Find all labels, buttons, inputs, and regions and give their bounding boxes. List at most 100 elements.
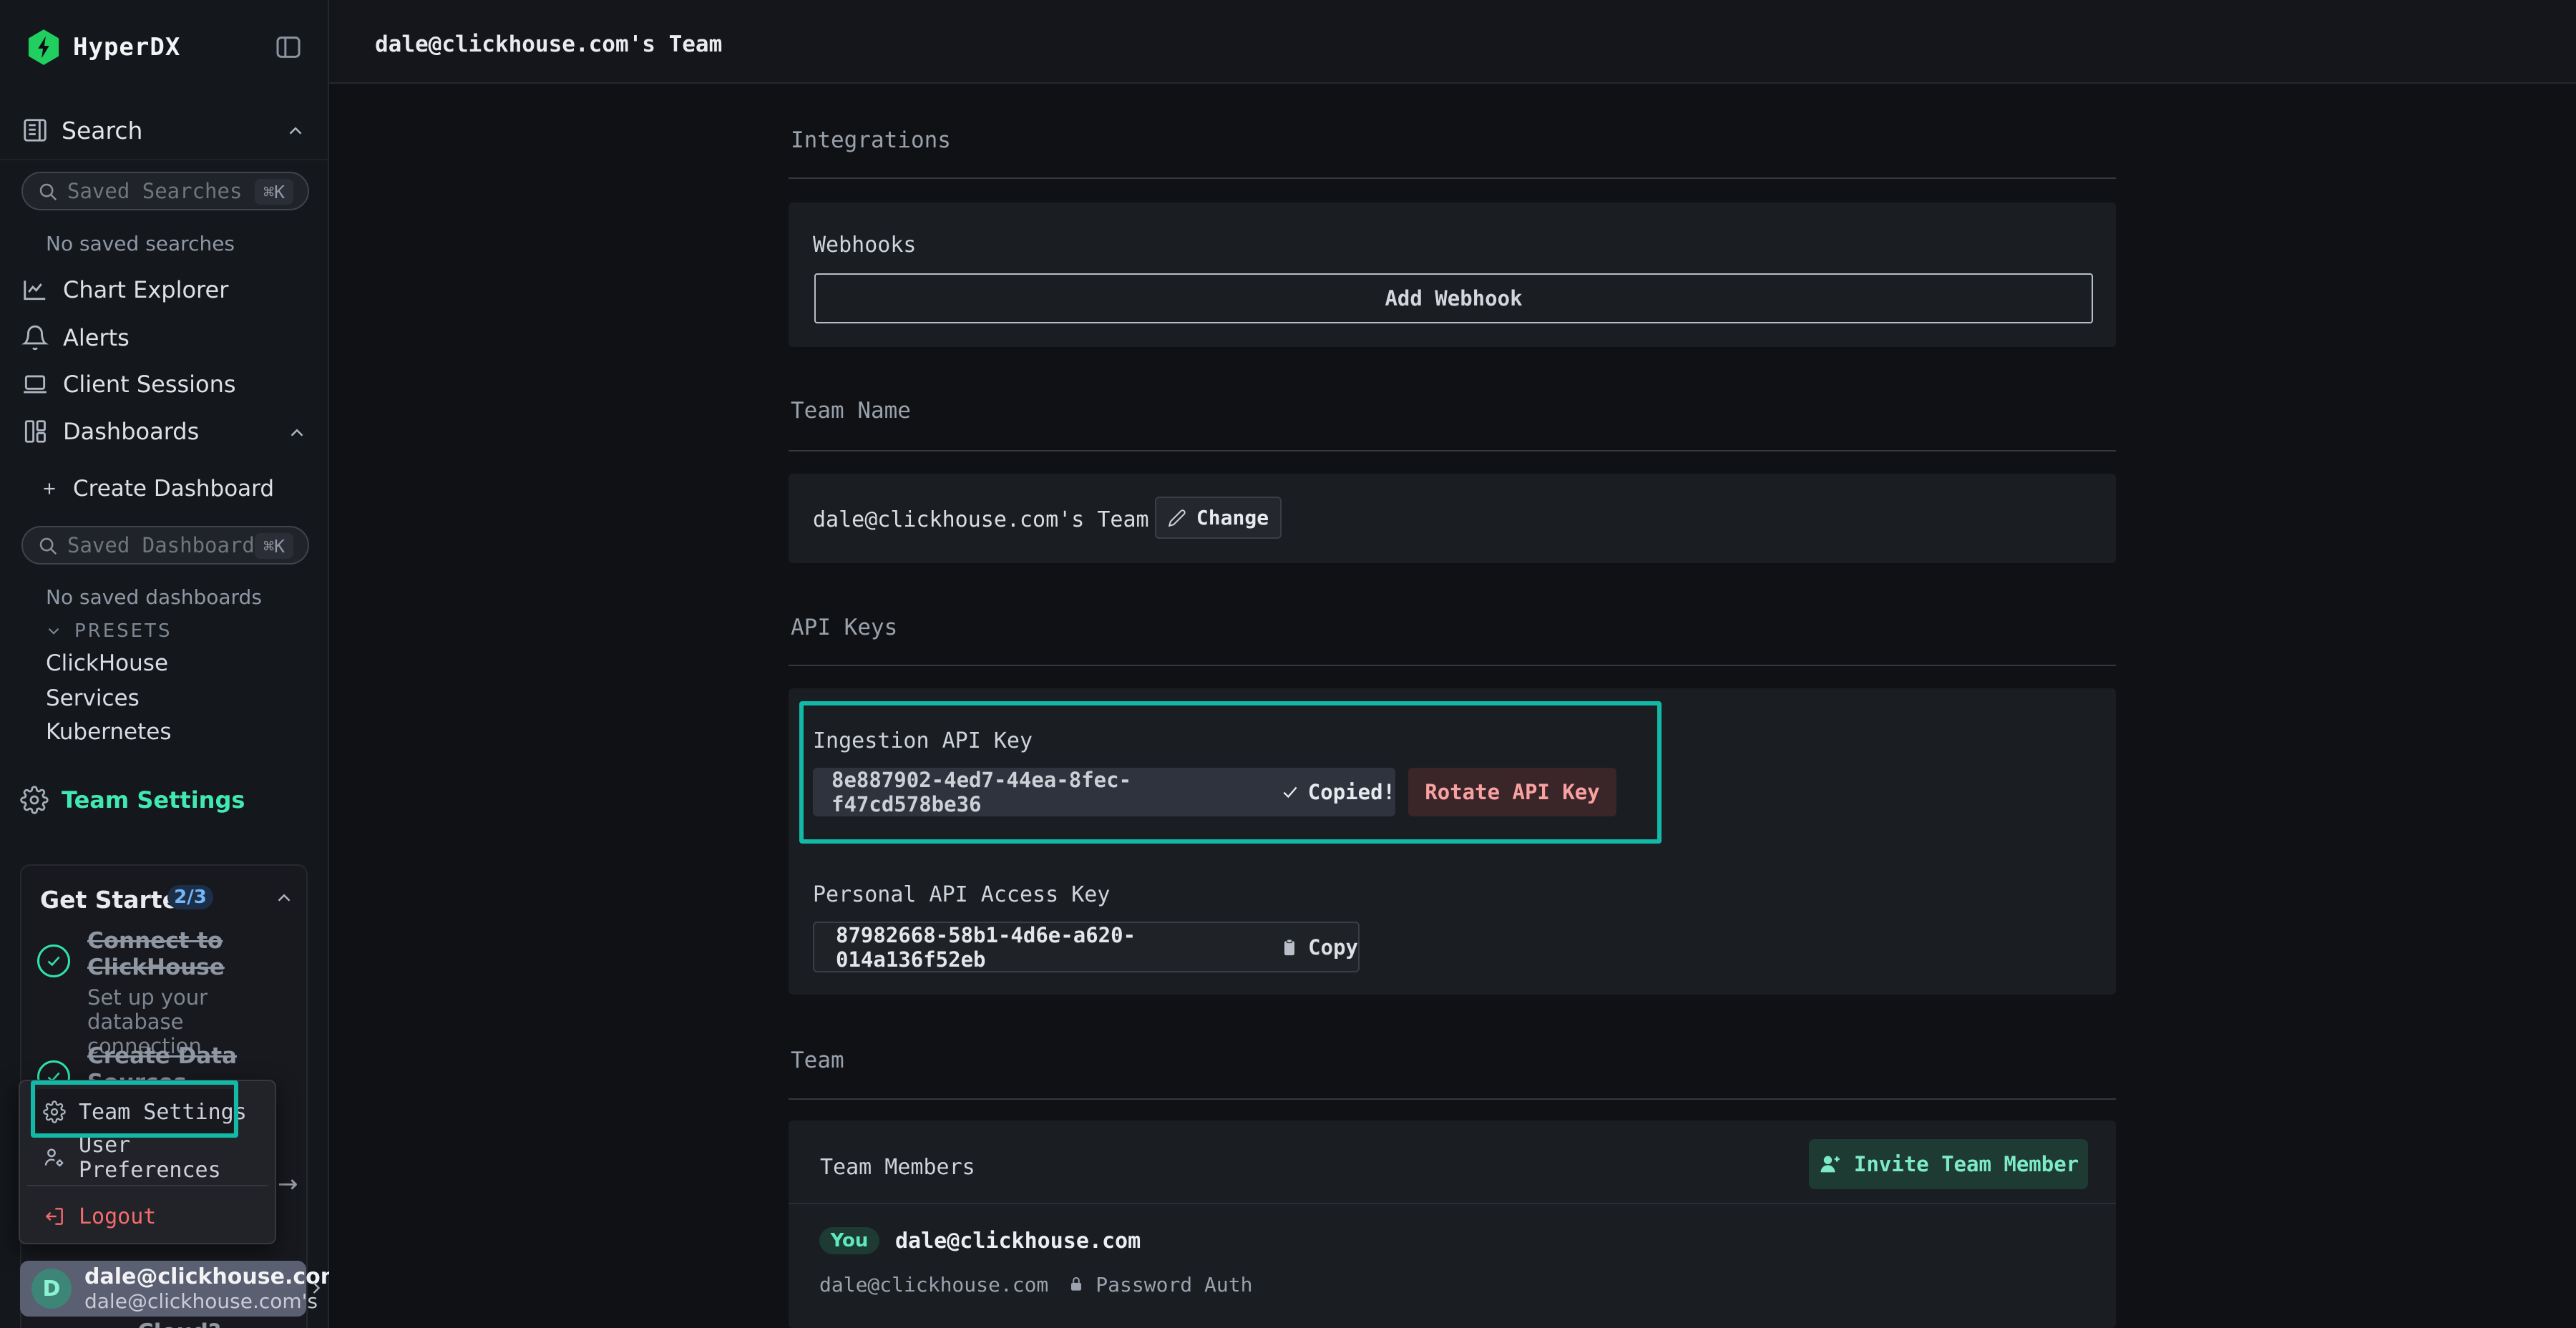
gear-icon bbox=[20, 786, 49, 814]
brand-name: HyperDX bbox=[73, 33, 180, 62]
avatar: D bbox=[31, 1269, 72, 1309]
webhooks-card: Webhooks Add Webhook bbox=[789, 202, 2116, 347]
invite-button-label: Invite Team Member bbox=[1854, 1152, 2079, 1176]
no-saved-dashboards-note: No saved dashboards bbox=[46, 585, 262, 609]
change-team-name-button[interactable]: Change bbox=[1155, 497, 1282, 539]
topbar: dale@clickhouse.com's Team bbox=[329, 0, 2576, 84]
account-menu: Team Settings User Preferences Logout bbox=[19, 1080, 276, 1244]
sidebar-section-search[interactable]: Search bbox=[21, 107, 142, 153]
you-badge: You bbox=[819, 1227, 879, 1254]
divider bbox=[789, 665, 2116, 666]
member-email: dale@clickhouse.com bbox=[895, 1229, 1141, 1254]
chevron-up-icon[interactable] bbox=[286, 422, 308, 444]
brand: HyperDX bbox=[27, 27, 180, 67]
main-content: Integrations Webhooks Add Webhook Team N… bbox=[329, 84, 2576, 1328]
api-keys-card: Ingestion API Key 8e887902-4ed7-44ea-8fe… bbox=[789, 688, 2116, 995]
invite-team-member-button[interactable]: Invite Team Member bbox=[1809, 1139, 2088, 1189]
team-members-card: Team Members Invite Team Member You dale… bbox=[789, 1120, 2116, 1328]
divider bbox=[789, 177, 2116, 179]
get-started-progress-badge: 2/3 bbox=[167, 885, 213, 909]
menu-item-user-preferences[interactable]: User Preferences bbox=[43, 1143, 275, 1173]
divider bbox=[789, 450, 2116, 451]
card-divider bbox=[789, 1203, 2116, 1204]
menu-item-team-settings[interactable]: Team Settings bbox=[43, 1097, 247, 1127]
ingestion-api-key-label: Ingestion API Key bbox=[813, 728, 1033, 753]
search-icon bbox=[37, 535, 59, 557]
sidebar-item-label: Alerts bbox=[63, 324, 130, 351]
clipboard-icon bbox=[1279, 937, 1299, 957]
create-dashboard-label: Create Dashboard bbox=[73, 476, 274, 502]
team-heading: Team bbox=[791, 1048, 844, 1073]
personal-api-key-label: Personal API Access Key bbox=[813, 882, 1110, 907]
member-auth-method: Password Auth bbox=[1096, 1273, 1252, 1297]
journal-search-icon bbox=[21, 117, 49, 144]
team-name-value: dale@clickhouse.com's Team bbox=[813, 507, 1149, 532]
team-member-meta-row: dale@clickhouse.com Password Auth bbox=[819, 1272, 1252, 1297]
person-plus-icon bbox=[1818, 1152, 1843, 1176]
laptop-icon bbox=[21, 371, 49, 398]
step-subtitle-line: Set up your database bbox=[87, 985, 306, 1034]
sidebar-item-label: Client Sessions bbox=[63, 371, 236, 398]
team-settings-label: Team Settings bbox=[62, 786, 245, 814]
plus-icon bbox=[40, 479, 59, 498]
copy-label: Copy bbox=[1308, 935, 1358, 960]
webhooks-title: Webhooks bbox=[813, 233, 917, 258]
team-name-heading: Team Name bbox=[791, 398, 911, 424]
add-webhook-button[interactable]: Add Webhook bbox=[814, 273, 2093, 323]
chart-explorer-icon bbox=[21, 276, 49, 303]
presets-toggle[interactable]: PRESETS bbox=[44, 620, 172, 643]
team-name-card: dale@clickhouse.com's Team Change bbox=[789, 474, 2116, 563]
collapse-sidebar-icon[interactable] bbox=[274, 33, 303, 62]
sidebar-item-label: Dashboards bbox=[63, 418, 199, 445]
app-window: HyperDX Search ⌘K No saved searches bbox=[0, 0, 2576, 1328]
sidebar-item-alerts[interactable]: Alerts bbox=[21, 322, 130, 353]
preset-clickhouse[interactable]: ClickHouse bbox=[46, 650, 168, 676]
check-icon bbox=[1281, 783, 1299, 801]
hyperdx-logo-icon bbox=[27, 29, 60, 65]
step-title-line: ClickHouse bbox=[87, 954, 306, 981]
sidebar-item-dashboards[interactable]: Dashboards bbox=[21, 416, 199, 447]
user-account-chip[interactable]: D dale@clickhouse.com dale@clickhouse.co… bbox=[20, 1261, 306, 1317]
integrations-heading: Integrations bbox=[791, 127, 951, 153]
create-dashboard-button[interactable]: Create Dashboard bbox=[40, 474, 274, 504]
ingestion-api-key-chip[interactable]: 8e887902-4ed7-44ea-8fec-f47cd578be36 Cop… bbox=[813, 768, 1395, 816]
change-button-label: Change bbox=[1196, 506, 1269, 529]
check-circle-icon bbox=[37, 944, 70, 977]
chevron-up-icon[interactable] bbox=[273, 887, 295, 909]
preset-kubernetes[interactable]: Kubernetes bbox=[46, 719, 171, 745]
bell-icon bbox=[21, 324, 49, 351]
chevron-right-icon bbox=[306, 1278, 326, 1298]
partial-text: Cloud? bbox=[137, 1319, 221, 1328]
presets-label: PRESETS bbox=[74, 620, 172, 642]
divider bbox=[789, 1098, 2116, 1100]
api-keys-heading: API Keys bbox=[791, 615, 897, 640]
sidebar: HyperDX Search ⌘K No saved searches bbox=[0, 0, 329, 1328]
gear-icon bbox=[43, 1100, 66, 1123]
sidebar-item-chart-explorer[interactable]: Chart Explorer bbox=[21, 274, 228, 306]
get-started-step-1[interactable]: Connect to ClickHouse Set up your databa… bbox=[87, 928, 306, 1058]
menu-item-label: Logout bbox=[79, 1204, 156, 1229]
preset-services[interactable]: Services bbox=[46, 685, 140, 711]
sidebar-item-client-sessions[interactable]: Client Sessions bbox=[21, 368, 236, 400]
no-saved-searches-note: No saved searches bbox=[46, 232, 235, 255]
ingestion-api-key-value: 8e887902-4ed7-44ea-8fec-f47cd578be36 bbox=[831, 768, 1262, 816]
member-auth-email: dale@clickhouse.com bbox=[819, 1273, 1048, 1297]
menu-item-label: Team Settings bbox=[79, 1100, 247, 1125]
arrow-right-icon[interactable]: → bbox=[278, 1170, 298, 1198]
menu-item-label: User Preferences bbox=[79, 1133, 275, 1183]
copied-label: Copied! bbox=[1308, 780, 1395, 804]
team-member-row: You dale@clickhouse.com bbox=[819, 1227, 1141, 1254]
chevron-up-icon[interactable] bbox=[285, 120, 306, 142]
search-icon bbox=[37, 181, 59, 202]
rotate-api-key-button[interactable]: Rotate API Key bbox=[1408, 768, 1616, 816]
step-title-line: Connect to bbox=[87, 928, 306, 954]
personal-api-key-chip[interactable]: 87982668-58b1-4d6e-a620-014a136f52eb Cop… bbox=[813, 922, 1360, 972]
divider bbox=[0, 159, 328, 160]
menu-item-logout[interactable]: Logout bbox=[43, 1201, 156, 1231]
user-email: dale@clickhouse.com bbox=[84, 1265, 343, 1289]
logout-icon bbox=[43, 1205, 66, 1228]
page-title: dale@clickhouse.com's Team bbox=[375, 31, 722, 57]
shortcut-badge: ⌘K bbox=[255, 533, 293, 559]
sidebar-item-team-settings[interactable]: Team Settings bbox=[20, 784, 245, 816]
menu-divider bbox=[27, 1185, 268, 1186]
